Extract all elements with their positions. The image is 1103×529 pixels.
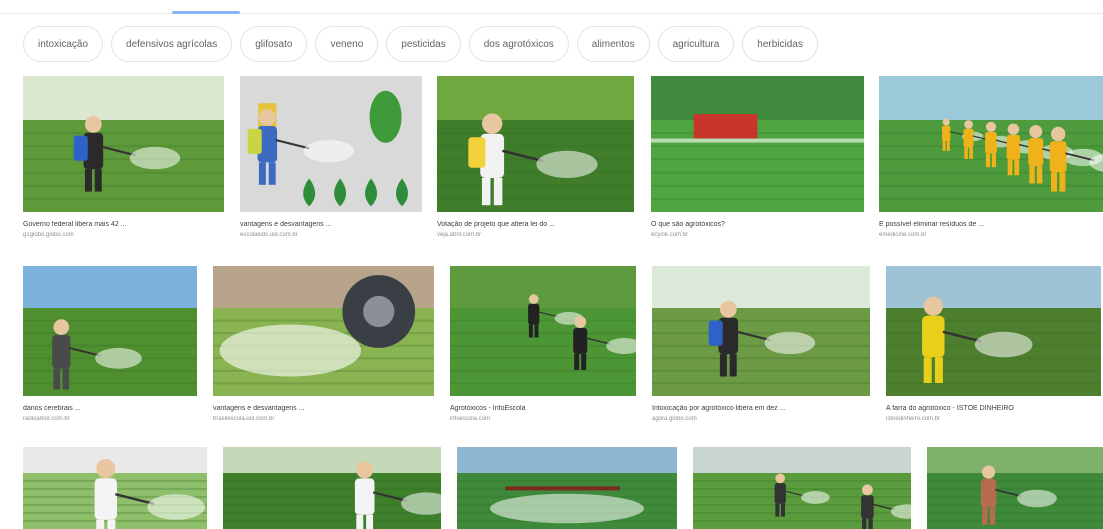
image-title-link[interactable]: A farra do agrotóxico - ISTOÉ DINHEIRO bbox=[886, 405, 1101, 412]
image-result-card[interactable]: Votação de projeto que altera lei do ...… bbox=[437, 76, 634, 238]
image-result-card[interactable]: danos cerebrais ... radioamor.com.br bbox=[23, 266, 197, 422]
image-source-domain: escolakids.uol.com.br bbox=[240, 232, 298, 238]
image-thumbnail[interactable] bbox=[450, 266, 636, 396]
image-results-page: intoxicação defensivos agrícolas glifosa… bbox=[0, 0, 1103, 529]
image-thumbnail[interactable] bbox=[437, 76, 634, 212]
image-thumbnail[interactable] bbox=[927, 447, 1103, 529]
chip-glifosato[interactable]: glifosato bbox=[240, 26, 308, 62]
image-result-card[interactable]: Agrotóxicos - InfoEscola infoescola.com bbox=[450, 266, 636, 422]
image-title-link[interactable]: vantagens e desvantagens ... bbox=[213, 405, 434, 412]
image-thumbnail[interactable] bbox=[23, 447, 207, 529]
image-source-domain: g1globo.globo.com bbox=[23, 232, 74, 238]
image-result-card[interactable]: É possível eliminar resíduos de ... emedi… bbox=[879, 76, 1103, 238]
image-thumbnail[interactable] bbox=[457, 447, 677, 529]
chip-defensivos-agricolas[interactable]: defensivos agrícolas bbox=[111, 26, 233, 62]
results-row: danos cerebrais ... radioamor.com.br vanta… bbox=[23, 266, 1101, 422]
chip-intoxicacao[interactable]: intoxicação bbox=[23, 26, 104, 62]
active-tab-indicator bbox=[172, 11, 240, 14]
chip-agricultura[interactable]: agricultura bbox=[657, 26, 735, 62]
image-source-domain: radioamor.com.br bbox=[23, 416, 70, 422]
image-thumbnail[interactable] bbox=[213, 266, 434, 396]
image-result-card[interactable] bbox=[223, 447, 441, 529]
chip-alimentos[interactable]: alimentos bbox=[576, 26, 650, 62]
image-thumbnail[interactable] bbox=[886, 266, 1101, 396]
image-result-card[interactable]: Intoxicação por agrotóxico libera em dez… bbox=[652, 266, 870, 422]
image-result-card[interactable]: A farra do agrotóxico - ISTOÉ DINHEIRO is… bbox=[886, 266, 1101, 422]
image-title-link[interactable]: Intoxicação por agrotóxico libera em dez… bbox=[652, 405, 870, 412]
image-result-card[interactable]: vantagens e desvantagens ... escolakids.u… bbox=[240, 76, 422, 238]
image-source-domain: ecycle.com.br bbox=[651, 232, 689, 238]
image-result-card[interactable] bbox=[457, 447, 677, 529]
image-source-domain: emedicine.com.br bbox=[879, 232, 927, 238]
image-title-link[interactable]: Governo federal libera mais 42 ... bbox=[23, 221, 224, 228]
image-thumbnail[interactable] bbox=[23, 266, 197, 396]
image-title-link[interactable]: vantagens e desvantagens ... bbox=[240, 221, 422, 228]
image-thumbnail[interactable] bbox=[23, 76, 224, 212]
image-thumbnail[interactable] bbox=[651, 76, 864, 212]
image-title-link[interactable]: danos cerebrais ... bbox=[23, 405, 197, 412]
image-result-card[interactable] bbox=[693, 447, 911, 529]
image-result-card[interactable]: Governo federal libera mais 42 ... g1glob… bbox=[23, 76, 224, 238]
image-title-link[interactable]: O que são agrotóxicos? bbox=[651, 221, 864, 228]
image-result-card[interactable]: vantagens e desvantagens ... brasilescola… bbox=[213, 266, 434, 422]
image-source-domain: infoescola.com bbox=[450, 416, 491, 422]
image-title-link[interactable]: Votação de projeto que altera lei do ... bbox=[437, 221, 634, 228]
results-row bbox=[23, 447, 1103, 529]
chip-herbicidas[interactable]: herbicidas bbox=[742, 26, 818, 62]
image-thumbnail[interactable] bbox=[693, 447, 911, 529]
image-title-link[interactable]: Agrotóxicos - InfoEscola bbox=[450, 405, 636, 412]
image-thumbnail[interactable] bbox=[879, 76, 1103, 212]
image-source-domain: brasilescola.uol.com.br bbox=[213, 416, 275, 422]
chip-dos-agrotoxicos[interactable]: dos agrotóxicos bbox=[468, 26, 569, 62]
image-result-card[interactable]: O que são agrotóxicos? ecycle.com.br bbox=[651, 76, 864, 238]
top-divider bbox=[0, 13, 1103, 14]
image-source-domain: veja.abril.com.br bbox=[437, 232, 482, 238]
chip-pesticidas[interactable]: pesticidas bbox=[386, 26, 461, 62]
chip-veneno[interactable]: veneno bbox=[315, 26, 379, 62]
image-thumbnail[interactable] bbox=[652, 266, 870, 396]
related-search-chips: intoxicação defensivos agrícolas glifosa… bbox=[23, 26, 818, 62]
image-title-link[interactable]: É possível eliminar resíduos de ... bbox=[879, 221, 1103, 228]
image-result-card[interactable] bbox=[23, 447, 207, 529]
image-source-domain: istoedinheiro.com.br bbox=[886, 416, 941, 422]
image-source-domain: agora.globo.com bbox=[652, 416, 697, 422]
image-thumbnail[interactable] bbox=[223, 447, 441, 529]
image-result-card[interactable] bbox=[927, 447, 1103, 529]
results-row: Governo federal libera mais 42 ... g1glob… bbox=[23, 76, 1103, 238]
image-thumbnail[interactable] bbox=[240, 76, 422, 212]
